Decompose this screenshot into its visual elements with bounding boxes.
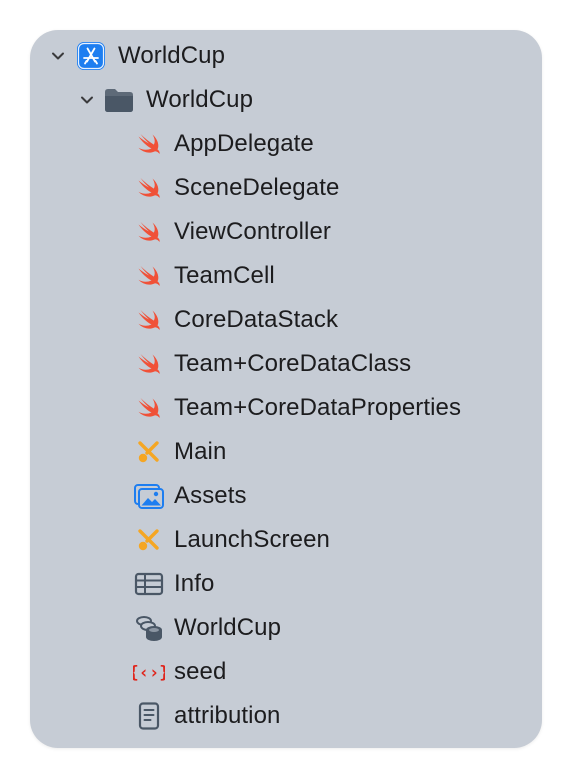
- text-file-icon: [133, 700, 165, 732]
- file-label: Main: [174, 438, 227, 465]
- app-project-icon: [75, 40, 107, 72]
- file-label: LaunchScreen: [174, 526, 330, 553]
- group-row[interactable]: WorldCup: [30, 78, 542, 122]
- file-label: WorldCup: [174, 614, 282, 641]
- folder-icon: [103, 84, 135, 116]
- project-label: WorldCup: [118, 42, 226, 69]
- swift-file-icon: [133, 128, 165, 160]
- file-item[interactable]: TeamCell: [30, 254, 542, 298]
- file-label: attribution: [174, 702, 281, 729]
- file-item[interactable]: SceneDelegate: [30, 166, 542, 210]
- plist-icon: [133, 568, 165, 600]
- swift-file-icon: [133, 348, 165, 380]
- group-label: WorldCup: [146, 86, 254, 113]
- file-label: TeamCell: [174, 262, 275, 289]
- chevron-down-icon[interactable]: [48, 46, 68, 66]
- svg-text:{‹›}: {‹›}: [133, 663, 165, 683]
- storyboard-icon: [133, 524, 165, 556]
- file-item[interactable]: Team+CoreDataClass: [30, 342, 542, 386]
- file-item[interactable]: {‹›} seed: [30, 650, 542, 694]
- file-item[interactable]: attribution: [30, 694, 542, 738]
- swift-file-icon: [133, 172, 165, 204]
- file-item[interactable]: Assets: [30, 474, 542, 518]
- file-label: Team+CoreDataClass: [174, 350, 412, 377]
- swift-file-icon: [133, 304, 165, 336]
- file-item[interactable]: Team+CoreDataProperties: [30, 386, 542, 430]
- swift-file-icon: [133, 260, 165, 292]
- file-item[interactable]: Info: [30, 562, 542, 606]
- file-item[interactable]: Main: [30, 430, 542, 474]
- storyboard-icon: [133, 436, 165, 468]
- file-item[interactable]: WorldCup: [30, 606, 542, 650]
- file-label: ViewController: [174, 218, 332, 245]
- chevron-down-icon[interactable]: [77, 90, 97, 110]
- file-item[interactable]: ViewController: [30, 210, 542, 254]
- file-item[interactable]: AppDelegate: [30, 122, 542, 166]
- asset-catalog-icon: [133, 480, 165, 512]
- swift-file-icon: [133, 392, 165, 424]
- file-label: Info: [174, 570, 215, 597]
- file-label: CoreDataStack: [174, 306, 339, 333]
- project-navigator: WorldCup WorldCup AppDelegate SceneDeleg…: [30, 30, 542, 748]
- file-label: AppDelegate: [174, 130, 314, 157]
- data-model-icon: [133, 612, 165, 644]
- file-label: SceneDelegate: [174, 174, 340, 201]
- file-item[interactable]: CoreDataStack: [30, 298, 542, 342]
- project-row[interactable]: WorldCup: [30, 34, 542, 78]
- file-label: seed: [174, 658, 227, 685]
- file-label: Assets: [174, 482, 247, 509]
- file-item[interactable]: LaunchScreen: [30, 518, 542, 562]
- swift-file-icon: [133, 216, 165, 248]
- json-file-icon: {‹›}: [133, 656, 165, 688]
- file-label: Team+CoreDataProperties: [174, 394, 462, 421]
